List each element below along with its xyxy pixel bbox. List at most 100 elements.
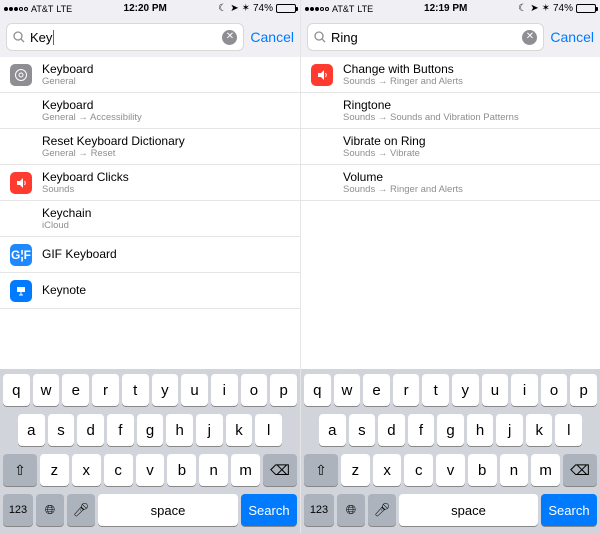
backspace-key[interactable]: ⌫ (563, 454, 597, 486)
key-c[interactable]: c (404, 454, 433, 486)
sounds-icon (311, 64, 333, 86)
search-input[interactable]: Ring ✕ (307, 23, 544, 51)
key-b[interactable]: b (468, 454, 497, 486)
key-o[interactable]: o (241, 374, 268, 406)
clear-search-button[interactable]: ✕ (222, 30, 237, 45)
key-h[interactable]: h (467, 414, 494, 446)
result-item[interactable]: Keyboard ClicksSounds (0, 165, 300, 201)
result-sub: Sounds → Sounds and Vibration Patterns (343, 112, 519, 123)
key-c[interactable]: c (104, 454, 133, 486)
key-g[interactable]: g (437, 414, 464, 446)
key-f[interactable]: f (107, 414, 134, 446)
key-s[interactable]: s (48, 414, 75, 446)
result-item[interactable]: G¦F GIF Keyboard (0, 237, 300, 273)
key-m[interactable]: m (231, 454, 260, 486)
key-w[interactable]: w (334, 374, 361, 406)
key-v[interactable]: v (136, 454, 165, 486)
key-r[interactable]: r (393, 374, 420, 406)
key-u[interactable]: u (181, 374, 208, 406)
result-item[interactable]: Vibrate on RingSounds → Vibrate (301, 129, 600, 165)
result-item[interactable]: KeyboardGeneral → Accessibility (0, 93, 300, 129)
location-icon: ➤ (530, 3, 538, 14)
key-u[interactable]: u (482, 374, 509, 406)
key-r[interactable]: r (92, 374, 119, 406)
result-item[interactable]: KeyboardGeneral (0, 57, 300, 93)
key-w[interactable]: w (33, 374, 60, 406)
keynote-app-icon (10, 280, 32, 302)
key-p[interactable]: p (270, 374, 297, 406)
result-title: Reset Keyboard Dictionary (42, 134, 185, 148)
text-cursor (53, 30, 54, 45)
key-z[interactable]: z (341, 454, 370, 486)
key-a[interactable]: a (18, 414, 45, 446)
network-label: LTE (357, 4, 373, 14)
search-row: Key ✕ Cancel (0, 17, 300, 57)
key-e[interactable]: e (363, 374, 390, 406)
key-d[interactable]: d (77, 414, 104, 446)
result-item[interactable]: Reset Keyboard DictionaryGeneral → Reset (0, 129, 300, 165)
key-i[interactable]: i (511, 374, 538, 406)
keyboard: q w e r t y u i o p a s d f g h j k l ⇧ … (0, 369, 300, 533)
key-x[interactable]: x (72, 454, 101, 486)
globe-key[interactable]: 🌐︎ (337, 494, 365, 526)
key-y[interactable]: y (452, 374, 479, 406)
mic-key[interactable]: 🎤︎ (67, 494, 95, 526)
key-t[interactable]: t (122, 374, 149, 406)
cancel-button[interactable]: Cancel (550, 29, 594, 45)
key-y[interactable]: y (152, 374, 179, 406)
search-results: Change with ButtonsSounds → Ringer and A… (301, 57, 600, 369)
key-j[interactable]: j (496, 414, 523, 446)
result-sub: General (42, 76, 93, 87)
numbers-key[interactable]: 123 (3, 494, 33, 526)
key-n[interactable]: n (199, 454, 228, 486)
key-z[interactable]: z (40, 454, 69, 486)
shift-key[interactable]: ⇧ (3, 454, 37, 486)
key-p[interactable]: p (570, 374, 597, 406)
clear-search-button[interactable]: ✕ (522, 30, 537, 45)
cancel-button[interactable]: Cancel (250, 29, 294, 45)
key-i[interactable]: i (211, 374, 238, 406)
result-item[interactable]: ☁ KeychainiCloud (0, 201, 300, 237)
result-item[interactable]: RingtoneSounds → Sounds and Vibration Pa… (301, 93, 600, 129)
shift-key[interactable]: ⇧ (304, 454, 338, 486)
key-v[interactable]: v (436, 454, 465, 486)
result-item[interactable]: Change with ButtonsSounds → Ringer and A… (301, 57, 600, 93)
key-q[interactable]: q (3, 374, 30, 406)
globe-key[interactable]: 🌐︎ (36, 494, 64, 526)
space-key[interactable]: space (399, 494, 538, 526)
search-input[interactable]: Key ✕ (6, 23, 244, 51)
key-x[interactable]: x (373, 454, 402, 486)
key-e[interactable]: e (62, 374, 89, 406)
key-q[interactable]: q (304, 374, 331, 406)
result-item[interactable]: VolumeSounds → Ringer and Alerts (301, 165, 600, 201)
key-h[interactable]: h (166, 414, 193, 446)
key-d[interactable]: d (378, 414, 405, 446)
result-sub: Sounds → Vibrate (343, 148, 426, 159)
search-key[interactable]: Search (541, 494, 597, 526)
battery-icon (576, 4, 596, 13)
key-k[interactable]: k (226, 414, 253, 446)
space-key[interactable]: space (98, 494, 238, 526)
key-t[interactable]: t (422, 374, 449, 406)
result-title: Volume (343, 170, 463, 184)
numbers-key[interactable]: 123 (304, 494, 334, 526)
network-label: LTE (56, 4, 72, 14)
key-o[interactable]: o (541, 374, 568, 406)
key-f[interactable]: f (408, 414, 435, 446)
key-m[interactable]: m (531, 454, 560, 486)
search-key[interactable]: Search (241, 494, 297, 526)
result-item[interactable]: Keynote (0, 273, 300, 309)
key-k[interactable]: k (526, 414, 553, 446)
carrier-label: AT&T (332, 4, 354, 14)
key-s[interactable]: s (349, 414, 376, 446)
key-l[interactable]: l (555, 414, 582, 446)
key-g[interactable]: g (137, 414, 164, 446)
key-j[interactable]: j (196, 414, 223, 446)
mic-key[interactable]: 🎤︎ (368, 494, 396, 526)
key-a[interactable]: a (319, 414, 346, 446)
backspace-key[interactable]: ⌫ (263, 454, 297, 486)
result-sub: Sounds (42, 184, 129, 195)
key-l[interactable]: l (255, 414, 282, 446)
key-n[interactable]: n (500, 454, 529, 486)
key-b[interactable]: b (167, 454, 196, 486)
